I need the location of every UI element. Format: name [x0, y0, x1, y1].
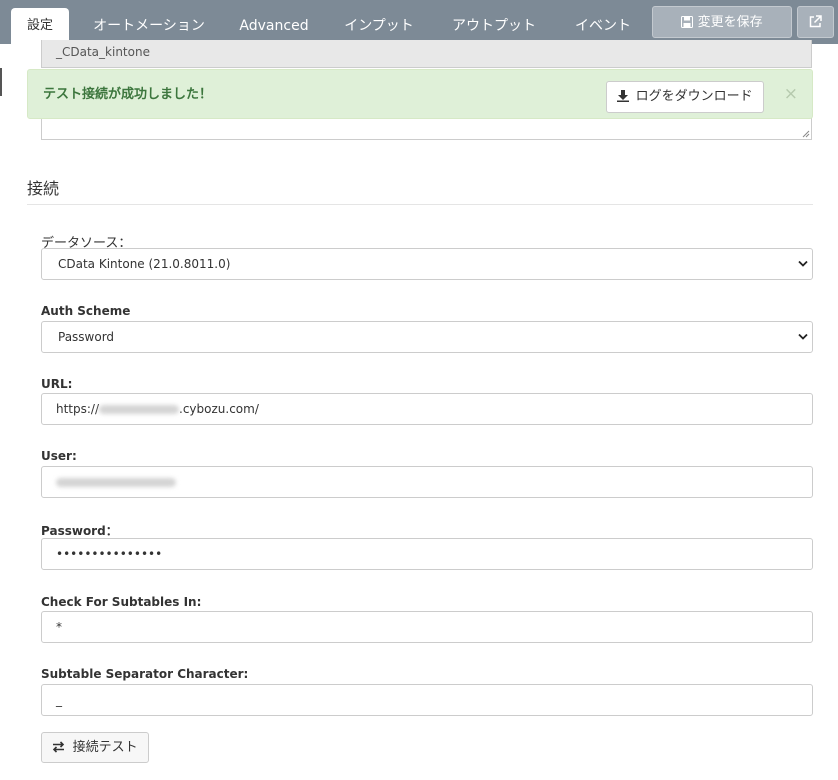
- auth-scheme-value: Password: [58, 330, 115, 344]
- open-external-button[interactable]: [797, 6, 834, 38]
- user-label: User:: [41, 449, 77, 463]
- auth-scheme-label: Auth Scheme: [41, 304, 131, 318]
- redacted-user: [56, 478, 176, 487]
- separator-label: Subtable Separator Character:: [41, 667, 249, 681]
- password-label: Password：: [41, 524, 118, 538]
- resize-grip-icon[interactable]: [801, 129, 810, 138]
- section-divider: [27, 204, 813, 205]
- download-log-button[interactable]: ログをダウンロード: [606, 81, 764, 113]
- url-input[interactable]: https:// .cybozu.com/: [41, 393, 813, 425]
- separator-value: _: [56, 693, 62, 707]
- url-suffix: .cybozu.com/: [179, 402, 259, 416]
- download-log-label: ログをダウンロード: [635, 89, 753, 104]
- redacted-subdomain: [99, 405, 180, 414]
- password-value: •••••••••••••••: [56, 547, 163, 561]
- separator-input[interactable]: _: [41, 684, 813, 716]
- auth-scheme-select[interactable]: Password: [41, 321, 813, 353]
- test-connection-label: 接続テスト: [72, 740, 138, 755]
- top-nav-bar: 設定 オートメーション Advanced インプット アウトプット イベント 変…: [0, 0, 838, 44]
- user-input[interactable]: [41, 466, 813, 498]
- exchange-icon: [52, 740, 72, 755]
- test-connection-button[interactable]: 接続テスト: [41, 732, 149, 763]
- chevron-down-icon: [798, 260, 808, 267]
- datasource-value: CData Kintone (21.0.8011.0): [58, 257, 231, 271]
- tab-advanced[interactable]: Advanced: [236, 8, 312, 44]
- tab-output[interactable]: アウトプット: [446, 8, 542, 44]
- save-icon: [681, 15, 697, 30]
- left-edge-marker: [0, 68, 2, 96]
- subtables-label: Check For Subtables In:: [41, 595, 202, 609]
- success-alert: テスト接続が成功しました！ ログをダウンロード ×: [27, 69, 813, 119]
- external-link-icon: [809, 15, 822, 30]
- chevron-down-icon: [798, 333, 808, 340]
- subtables-input[interactable]: *: [41, 611, 813, 643]
- save-changes-label: 変更を保存: [697, 15, 763, 30]
- tab-events[interactable]: イベント: [568, 8, 638, 44]
- url-label: URL:: [41, 377, 73, 391]
- url-prefix: https://: [56, 402, 100, 416]
- close-icon[interactable]: ×: [784, 84, 798, 104]
- alert-message: テスト接続が成功しました！: [43, 87, 213, 102]
- save-changes-button[interactable]: 変更を保存: [652, 6, 792, 38]
- section-title: 接続: [27, 179, 60, 198]
- subtables-value: *: [56, 620, 62, 634]
- password-input[interactable]: •••••••••••••••: [41, 538, 813, 570]
- tab-automation[interactable]: オートメーション: [88, 8, 210, 44]
- tab-settings[interactable]: 設定: [11, 8, 69, 44]
- datasource-select[interactable]: CData Kintone (21.0.8011.0): [41, 248, 813, 280]
- tab-input[interactable]: インプット: [336, 8, 422, 44]
- connection-name-field: _CData_kintone: [41, 40, 812, 68]
- download-icon: [617, 89, 635, 104]
